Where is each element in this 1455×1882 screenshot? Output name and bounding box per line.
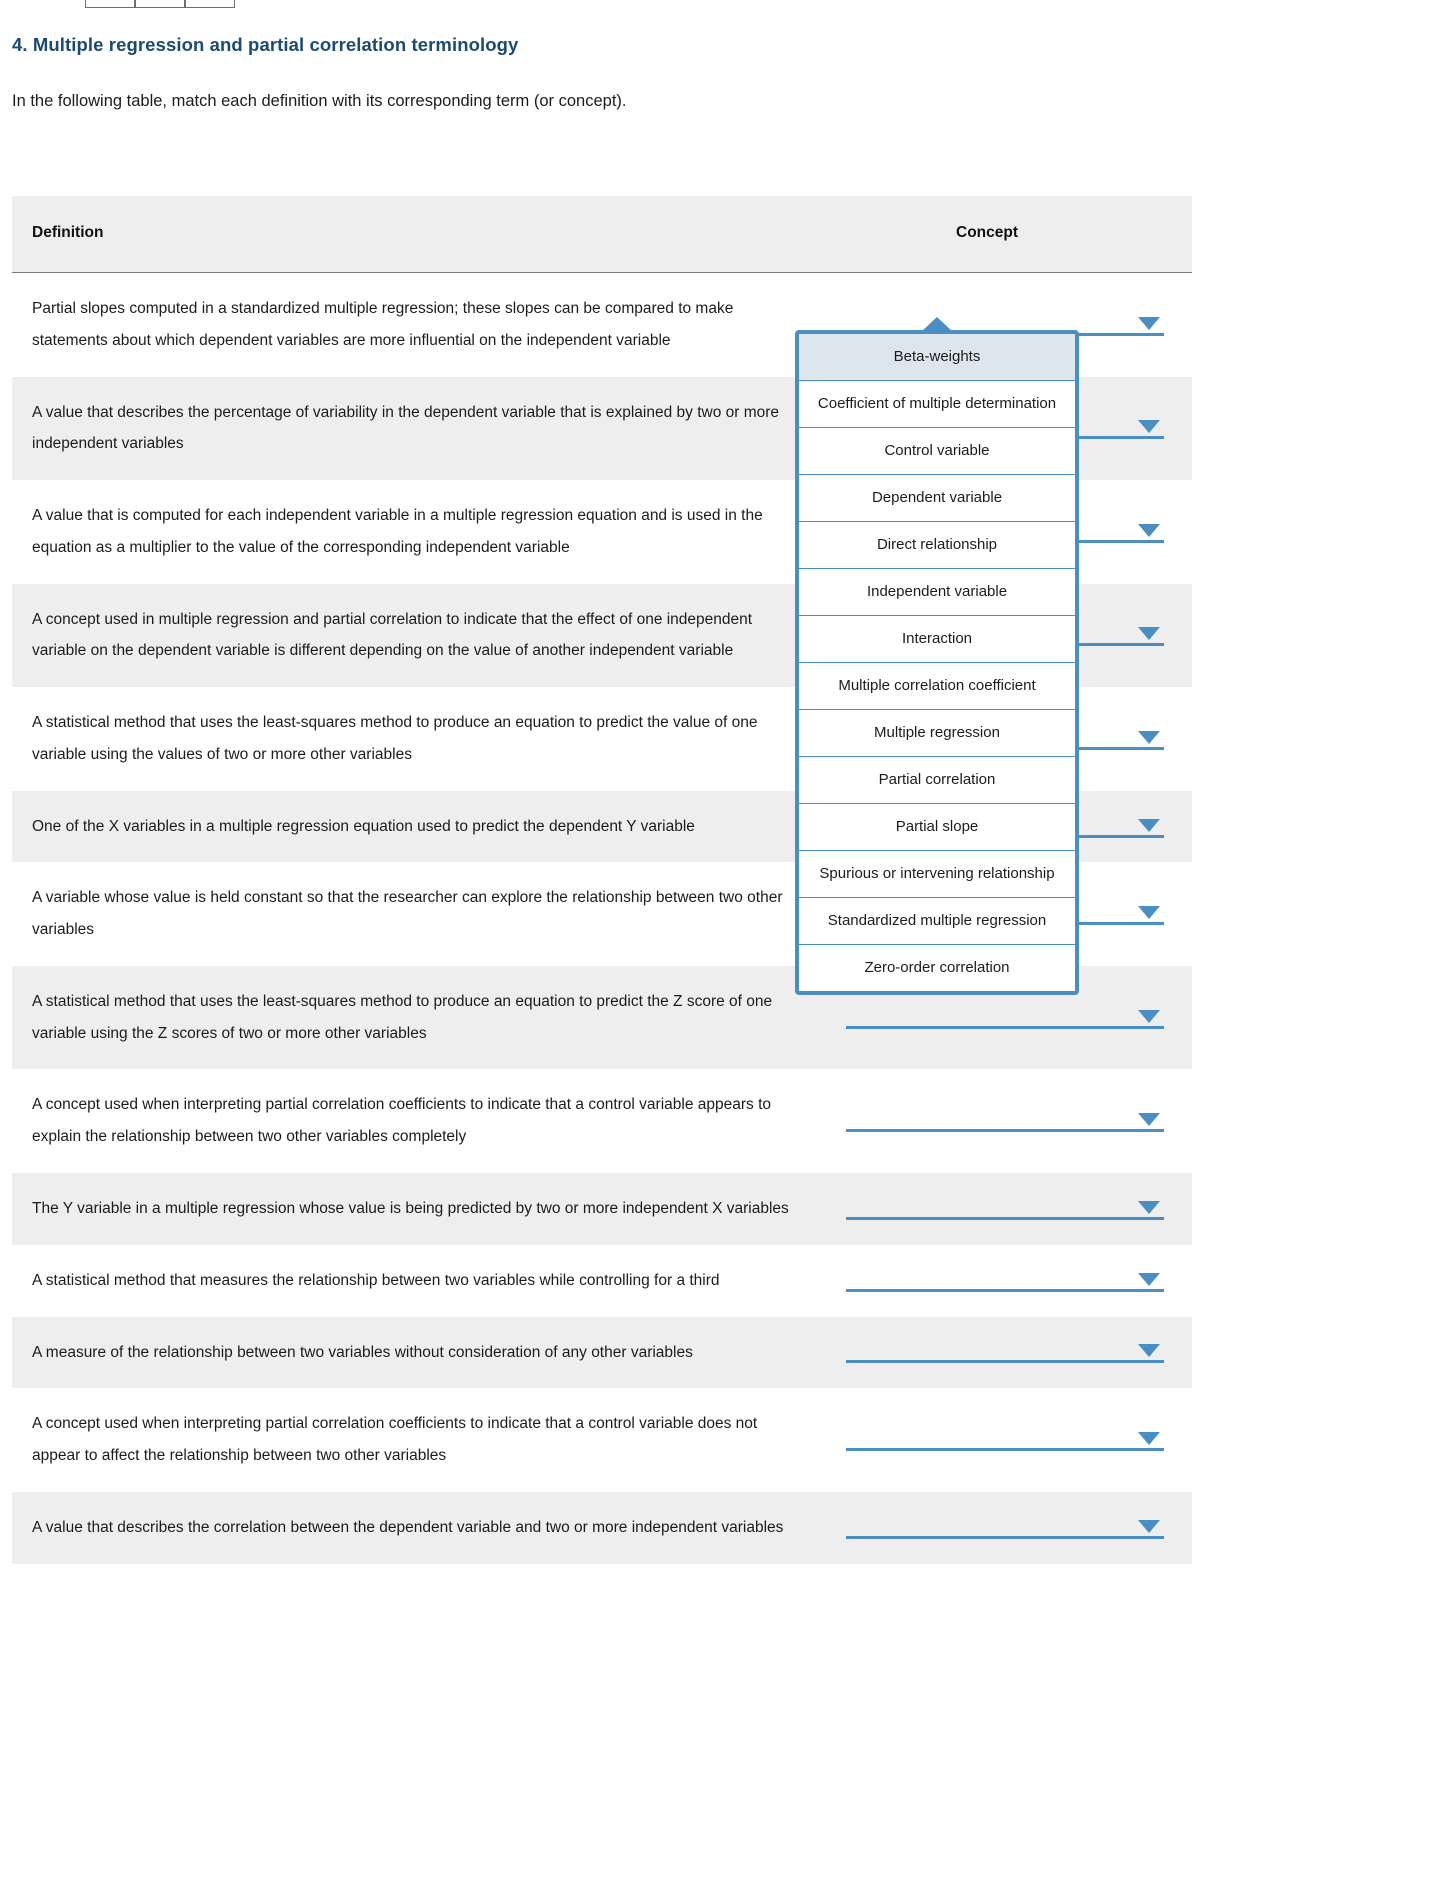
chevron-down-icon[interactable] (1138, 818, 1160, 832)
dropdown-option[interactable]: Interaction (799, 616, 1075, 663)
concept-select-11[interactable] (846, 1266, 1164, 1296)
definition-cell: A statistical method that uses the least… (12, 965, 822, 1070)
dropdown-option[interactable]: Partial correlation (799, 757, 1075, 804)
concept-select-10[interactable] (846, 1194, 1164, 1224)
concept-cell (822, 1173, 1192, 1245)
dropdown-option[interactable]: Direct relationship (799, 522, 1075, 569)
fragment-cell (135, 0, 185, 8)
chevron-down-icon[interactable] (1138, 1113, 1160, 1127)
chevron-down-icon[interactable] (1138, 1200, 1160, 1214)
select-underline (846, 1360, 1164, 1364)
page-title: 4. Multiple regression and partial corre… (12, 34, 519, 55)
concept-cell (822, 1069, 1192, 1174)
fragment-cell (85, 0, 135, 8)
dropdown-option[interactable]: Multiple correlation coefficient (799, 663, 1075, 710)
table-row: A measure of the relationship between tw… (12, 1316, 1192, 1389)
definition-cell: A value that describes the correlation b… (12, 1491, 822, 1564)
chevron-down-icon[interactable] (1138, 1432, 1160, 1446)
intro-instructions: In the following table, match each defin… (12, 92, 627, 110)
dropdown-option[interactable]: Dependent variable (799, 475, 1075, 522)
chevron-down-icon[interactable] (1138, 523, 1160, 537)
select-underline (846, 1288, 1164, 1292)
concept-select-8[interactable] (846, 1003, 1164, 1033)
definition-cell: A value that is computed for each indepe… (12, 480, 822, 584)
definition-cell: A measure of the relationship between tw… (12, 1316, 822, 1389)
dropdown-option[interactable]: Zero-order correlation (799, 945, 1075, 991)
definition-cell: A statistical method that measures the r… (12, 1244, 822, 1317)
select-underline (846, 1216, 1164, 1220)
definition-cell: The Y variable in a multiple regression … (12, 1173, 822, 1245)
definition-cell: A concept used in multiple regression an… (12, 583, 822, 688)
column-header-concept: Concept (822, 196, 1192, 273)
concept-select-13[interactable] (846, 1425, 1164, 1455)
definition-cell: One of the X variables in a multiple reg… (12, 790, 822, 863)
chevron-down-icon[interactable] (1138, 1272, 1160, 1286)
concept-select-12[interactable] (846, 1337, 1164, 1367)
dropdown-option[interactable]: Multiple regression (799, 710, 1075, 757)
dropdown-option[interactable]: Partial slope (799, 804, 1075, 851)
concept-cell (822, 1316, 1192, 1389)
concept-cell (822, 1244, 1192, 1317)
select-underline (846, 1025, 1164, 1029)
definition-cell: A concept used when interpreting partial… (12, 1069, 822, 1174)
fragment-cell (185, 0, 235, 8)
definition-cell: A concept used when interpreting partial… (12, 1388, 822, 1492)
chevron-down-icon[interactable] (1138, 627, 1160, 641)
chevron-down-icon[interactable] (1138, 1519, 1160, 1533)
table-row: A concept used when interpreting partial… (12, 1069, 1192, 1174)
select-underline (846, 1129, 1164, 1133)
concept-cell (822, 1491, 1192, 1564)
definition-cell: A value that describes the percentage of… (12, 376, 822, 481)
dropdown-option[interactable]: Coefficient of multiple determination (799, 381, 1075, 428)
definition-cell: A variable whose value is held constant … (12, 862, 822, 966)
concept-dropdown-menu[interactable]: Beta-weights Coefficient of multiple dete… (795, 317, 1079, 995)
table-row: The Y variable in a multiple regression … (12, 1173, 1192, 1245)
concept-select-9[interactable] (846, 1106, 1164, 1136)
select-underline (846, 1448, 1164, 1452)
chevron-down-icon[interactable] (1138, 1009, 1160, 1023)
dropdown-option[interactable]: Control variable (799, 428, 1075, 475)
table-row: A concept used when interpreting partial… (12, 1388, 1192, 1492)
concept-select-14[interactable] (846, 1513, 1164, 1543)
chevron-down-icon[interactable] (1138, 730, 1160, 744)
table-row: A value that describes the correlation b… (12, 1491, 1192, 1564)
dropdown-option[interactable]: Independent variable (799, 569, 1075, 616)
definition-cell: A statistical method that uses the least… (12, 687, 822, 791)
top-table-fragment (85, 0, 235, 8)
dropdown-option[interactable]: Standardized multiple regression (799, 898, 1075, 945)
table-header: Definition Concept (12, 196, 1192, 273)
concept-cell (822, 1388, 1192, 1492)
chevron-down-icon[interactable] (1138, 316, 1160, 330)
table-row: A statistical method that measures the r… (12, 1244, 1192, 1317)
column-header-definition: Definition (12, 196, 822, 273)
select-underline (846, 1535, 1164, 1539)
chevron-down-icon[interactable] (1138, 1344, 1160, 1358)
table-header-row: Definition Concept (12, 196, 1192, 273)
chevron-down-icon[interactable] (1138, 906, 1160, 920)
chevron-down-icon[interactable] (1138, 420, 1160, 434)
definition-cell: Partial slopes computed in a standardize… (12, 272, 822, 377)
dropdown-option[interactable]: Spurious or intervening relationship (799, 851, 1075, 898)
dropdown-pointer-icon (922, 317, 952, 331)
dropdown-option[interactable]: Beta-weights (799, 334, 1075, 381)
